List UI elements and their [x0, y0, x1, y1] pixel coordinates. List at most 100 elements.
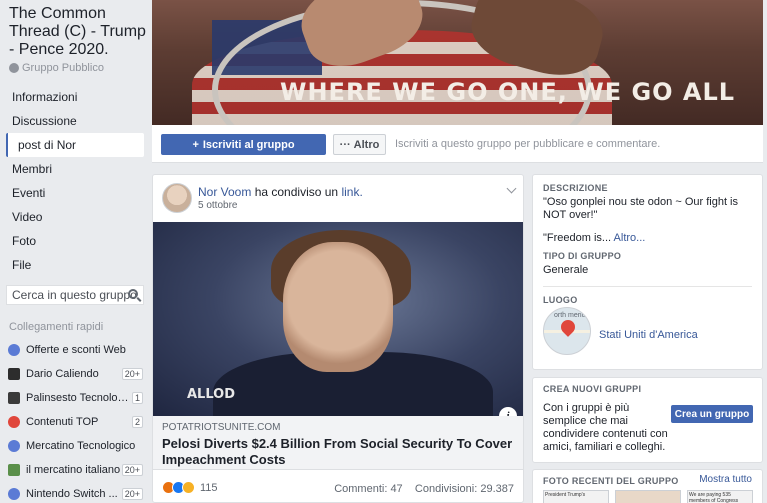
reaction-count: 115: [200, 481, 218, 494]
photo-thumb-icon: [8, 368, 20, 380]
ellipsis-icon: ···: [339, 138, 351, 151]
link-title: Pelosi Diverts $2.4 Billion From Social …: [162, 436, 513, 467]
search-icon[interactable]: [128, 289, 138, 299]
nav-item-file[interactable]: File: [6, 253, 144, 277]
cover-photo[interactable]: WHERE WE GO ONE, WE GO ALL: [152, 0, 763, 125]
photo-thumb-icon: [8, 464, 20, 476]
group-search-input[interactable]: Cerca in questo gruppo: [6, 285, 144, 305]
post-link-image[interactable]: ALLOD i: [153, 222, 523, 416]
show-all-link[interactable]: Mostra tutto: [699, 474, 752, 485]
post-header: Nor Voom ha condiviso un link.: [198, 185, 363, 199]
nav-item-video[interactable]: Video: [6, 205, 144, 229]
post-author-link[interactable]: Nor Voom: [198, 185, 251, 199]
shortcut-item[interactable]: Mercatino Tecnologico: [8, 434, 143, 458]
shortcut-item[interactable]: il mercatino italiano 20+: [8, 458, 143, 482]
recent-photos-label: FOTO RECENTI DEL GRUPPO: [543, 476, 679, 486]
join-hint: Iscriviti a questo gruppo per pubblicare…: [395, 138, 661, 150]
shortcuts-label: Collegamenti rapidi: [9, 321, 104, 333]
nav-item-post-di-nor[interactable]: post di Nor: [6, 133, 144, 157]
create-group-card: CREA NUOVI GRUPPI Con i gruppi è più sem…: [532, 377, 763, 463]
post-stats: Commenti: 47 Condivisioni: 29.387: [334, 483, 514, 495]
description-more: "Freedom is... Altro...: [543, 232, 645, 245]
group-title[interactable]: The Common Thread (C) - Trump - Pence 20…: [9, 5, 149, 59]
shortcut-label: Palinsesto Tecnologia: [26, 392, 132, 404]
shortcut-label: Nintendo Switch ...: [26, 488, 118, 500]
notification-badge: 2: [131, 416, 143, 428]
shortcuts-list: Offerte e sconti Web Dario Caliendo 20+ …: [8, 338, 143, 503]
join-group-button[interactable]: + Iscriviti al gruppo: [161, 134, 326, 155]
group-privacy-label: Gruppo Pubblico: [22, 62, 104, 74]
shortcut-item[interactable]: Offerte e sconti Web: [8, 338, 143, 362]
photo-thumbnail[interactable]: President Trump's: [543, 490, 609, 503]
globe-icon: [9, 63, 19, 73]
recent-photos-card: FOTO RECENTI DEL GRUPPO Mostra tutto Pre…: [532, 469, 763, 503]
more-label: Altro: [353, 138, 380, 151]
shortcut-label: Contenuti TOP: [26, 416, 99, 428]
group-action-bar: + Iscriviti al gruppo ··· Altro Iscrivit…: [152, 125, 763, 163]
group-type-label: TIPO DI GRUPPO: [543, 251, 622, 261]
map-thumbnail[interactable]: orth merica: [543, 307, 591, 355]
create-group-button[interactable]: Crea un gruppo: [671, 405, 753, 423]
image-figure: [283, 242, 393, 372]
left-sidebar: The Common Thread (C) - Trump - Pence 20…: [0, 0, 152, 503]
group-privacy: Gruppo Pubblico: [9, 62, 104, 74]
reactions-summary[interactable]: 115: [162, 481, 218, 494]
map-text: orth merica: [554, 312, 590, 319]
photo-thumbnail[interactable]: [615, 490, 681, 503]
shortcut-label: Mercatino Tecnologico: [26, 440, 136, 452]
location-link[interactable]: Stati Uniti d'America: [599, 329, 698, 341]
divider: [543, 286, 752, 287]
shortcut-label: Offerte e sconti Web: [26, 344, 126, 356]
shortcut-label: Dario Caliendo: [26, 368, 99, 380]
create-groups-text: Con i gruppi è più semplice che mai cond…: [543, 402, 668, 453]
description-text: "Oso gonplei nou ste odon ~ Our fight is…: [543, 196, 738, 221]
shortcut-item[interactable]: Dario Caliendo 20+: [8, 362, 143, 386]
post-action-text: ha condiviso un: [254, 185, 339, 199]
group-nav: Informazioni Discussione post di Nor Mem…: [6, 85, 144, 277]
notification-badge: 20+: [121, 488, 143, 500]
photo-thumbnail[interactable]: We are paying 535 members of Congress: [687, 490, 753, 503]
create-groups-label: CREA NUOVI GRUPPI: [543, 384, 642, 394]
image-watermark: ALLOD: [187, 387, 236, 402]
cover-slogan: WHERE WE GO ONE, WE GO ALL: [280, 78, 736, 106]
group-search-placeholder: Cerca in questo gruppo: [12, 288, 137, 302]
notification-badge: 20+: [121, 368, 143, 380]
comments-count[interactable]: Commenti: 47: [334, 483, 402, 495]
haha-reaction-icon: [182, 481, 195, 494]
shortcut-item[interactable]: Contenuti TOP 2: [8, 410, 143, 434]
notification-badge: 1: [131, 392, 143, 404]
plus-icon: +: [192, 138, 199, 151]
group-icon: [8, 344, 20, 356]
group-icon: [8, 488, 20, 500]
nav-item-foto[interactable]: Foto: [6, 229, 144, 253]
shortcut-label: il mercatino italiano: [26, 464, 121, 476]
group-type-value: Generale: [543, 264, 589, 276]
tomato-icon: [8, 416, 20, 428]
nav-item-membri[interactable]: Membri: [6, 157, 144, 181]
link-domain: POTATRIOTSUNITE.COM: [162, 422, 281, 433]
post-shared-link[interactable]: link.: [341, 185, 362, 199]
nav-item-eventi[interactable]: Eventi: [6, 181, 144, 205]
notification-badge: 20+: [121, 464, 143, 476]
description-more-prefix: "Freedom is...: [543, 232, 612, 244]
about-card: DESCRIZIONE "Oso gonplei nou ste odon ~ …: [532, 174, 763, 370]
description-more-link[interactable]: Altro...: [614, 232, 646, 244]
link-preview[interactable]: POTATRIOTSUNITE.COM Pelosi Diverts $2.4 …: [153, 416, 523, 470]
join-group-label: Iscriviti al gruppo: [202, 138, 295, 151]
shares-count[interactable]: Condivisioni: 29.387: [415, 483, 514, 495]
nav-item-discussione[interactable]: Discussione: [6, 109, 144, 133]
post-timestamp[interactable]: 5 ottobre: [198, 200, 237, 211]
description-label: DESCRIZIONE: [543, 183, 608, 193]
shortcut-item[interactable]: Nintendo Switch ... 20+: [8, 482, 143, 503]
nav-item-informazioni[interactable]: Informazioni: [6, 85, 144, 109]
avatar[interactable]: [162, 183, 192, 213]
shortcut-item[interactable]: Palinsesto Tecnologia 1: [8, 386, 143, 410]
chevron-down-icon[interactable]: [506, 183, 517, 194]
location-label: LUOGO: [543, 295, 578, 305]
group-icon: [8, 440, 20, 452]
more-button[interactable]: ··· Altro: [333, 134, 386, 155]
feed-post: Nor Voom ha condiviso un link. 5 ottobre…: [152, 174, 524, 503]
info-icon[interactable]: i: [499, 407, 517, 416]
photo-thumb-icon: [8, 392, 20, 404]
map-pin-icon: [558, 317, 578, 337]
